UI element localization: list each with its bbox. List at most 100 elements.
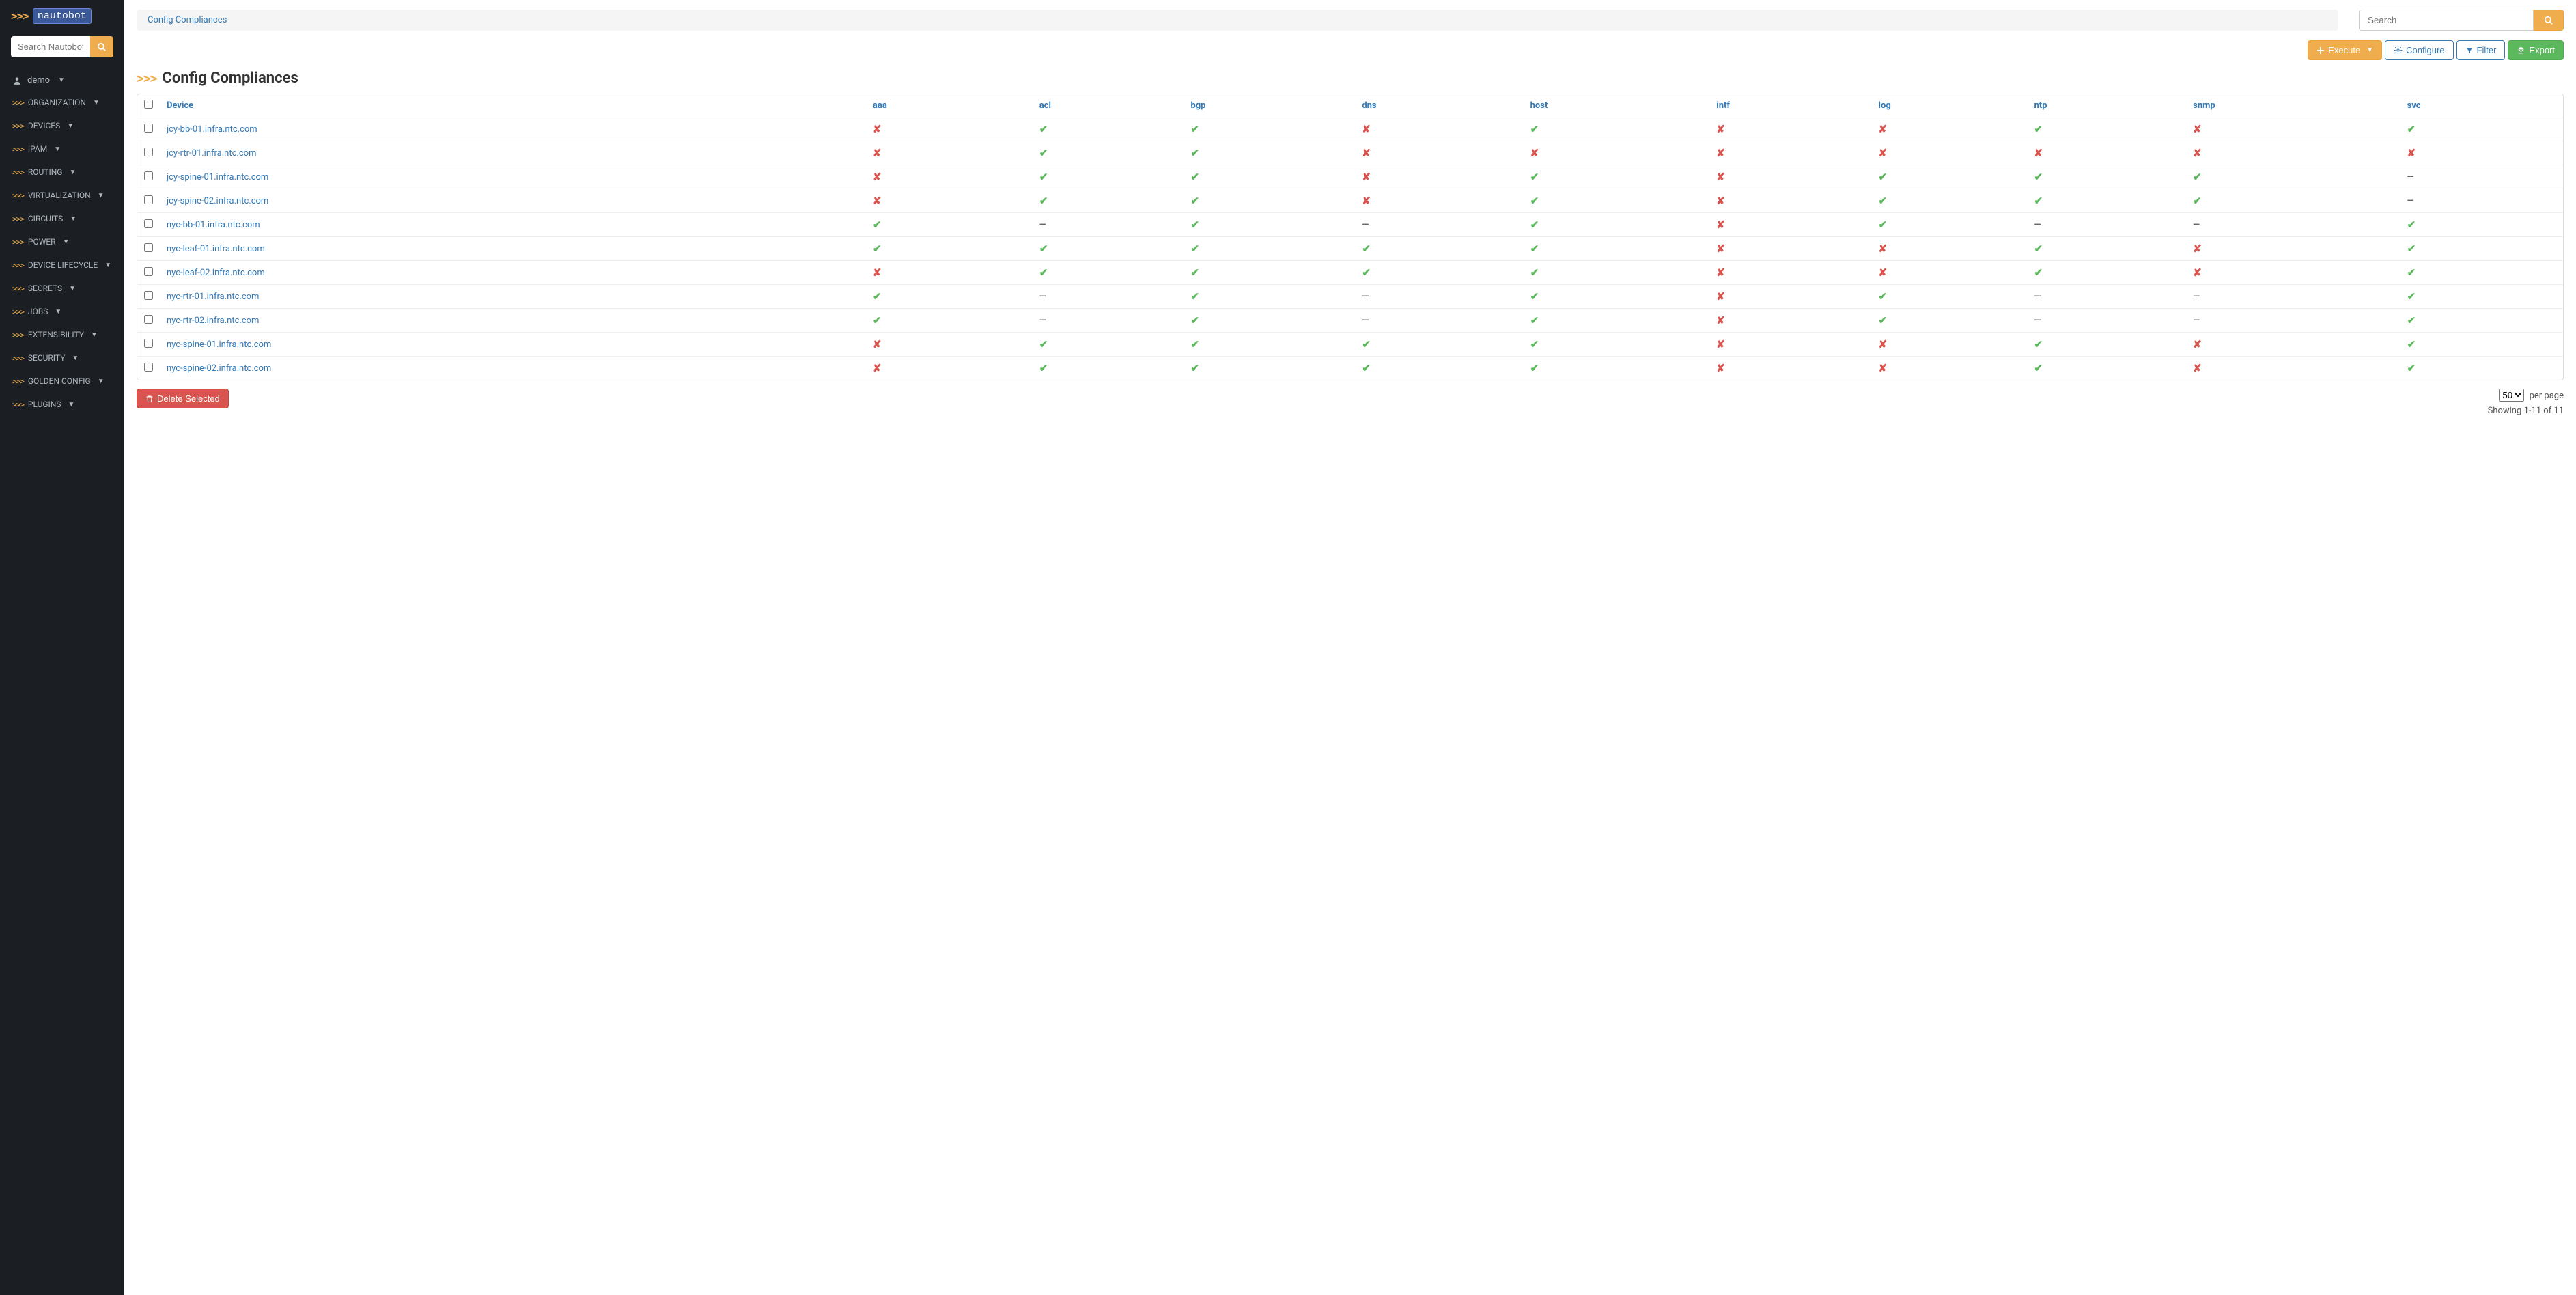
compliance-cell: ✘ xyxy=(866,141,1033,165)
device-link[interactable]: jcy-spine-02.infra.ntc.com xyxy=(167,196,268,206)
check-icon: ✔ xyxy=(1530,195,1539,207)
column-header-svc[interactable]: svc xyxy=(2400,94,2563,117)
global-search-input[interactable] xyxy=(2359,10,2534,31)
nav-item-power[interactable]: >>>Power▼ xyxy=(0,230,124,253)
device-link[interactable]: nyc-spine-01.infra.ntc.com xyxy=(167,339,271,350)
nav-item-device-lifecycle[interactable]: >>>Device Lifecycle▼ xyxy=(0,253,124,277)
configure-button[interactable]: Configure xyxy=(2385,40,2453,60)
delete-selected-button[interactable]: Delete Selected xyxy=(137,389,229,408)
check-icon: ✔ xyxy=(1190,195,1199,207)
compliance-cell: ✘ xyxy=(2400,141,2563,165)
page-title-row: >>> Config Compliances xyxy=(137,70,2564,87)
column-header-log[interactable]: log xyxy=(1872,94,2028,117)
row-checkbox[interactable] xyxy=(144,363,153,372)
compliance-cell: ✘ xyxy=(1709,213,1871,237)
row-checkbox[interactable] xyxy=(144,171,153,180)
row-checkbox[interactable] xyxy=(144,124,153,133)
device-link[interactable]: nyc-rtr-02.infra.ntc.com xyxy=(167,316,259,326)
nav-chevron-icon: >>> xyxy=(12,284,24,293)
row-checkbox[interactable] xyxy=(144,195,153,204)
check-icon: ✔ xyxy=(2407,242,2416,255)
column-header-bgp[interactable]: bgp xyxy=(1184,94,1355,117)
device-link[interactable]: jcy-spine-01.infra.ntc.com xyxy=(167,172,268,182)
check-icon: ✔ xyxy=(1879,171,1888,183)
column-header-intf[interactable]: intf xyxy=(1709,94,1871,117)
user-menu[interactable]: demo ▼ xyxy=(0,64,124,91)
nav-item-secrets[interactable]: >>>Secrets▼ xyxy=(0,277,124,300)
check-icon: ✔ xyxy=(1039,242,1048,255)
sidebar-search-input[interactable] xyxy=(11,36,90,57)
dash-icon: — xyxy=(2407,196,2414,206)
device-link[interactable]: nyc-bb-01.infra.ntc.com xyxy=(167,220,260,230)
row-checkbox[interactable] xyxy=(144,291,153,300)
compliance-cell: ✔ xyxy=(1184,285,1355,309)
column-header-aaa[interactable]: aaa xyxy=(866,94,1033,117)
caret-down-icon: ▼ xyxy=(2366,46,2373,54)
row-checkbox[interactable] xyxy=(144,315,153,324)
compliance-cell: ✔ xyxy=(1524,237,1710,261)
compliance-cell: ✘ xyxy=(2186,237,2400,261)
compliance-cell: ✔ xyxy=(1872,309,2028,333)
nav-item-ipam[interactable]: >>>IPAM▼ xyxy=(0,137,124,161)
logo-chevron-icon: >>> xyxy=(11,10,29,23)
cross-icon: ✘ xyxy=(2407,147,2416,159)
compliance-cell: ✘ xyxy=(2186,261,2400,285)
nav-item-plugins[interactable]: >>>Plugins▼ xyxy=(0,393,124,416)
check-icon: ✔ xyxy=(1530,314,1539,326)
nav-item-security[interactable]: >>>Security▼ xyxy=(0,346,124,370)
nav-item-routing[interactable]: >>>Routing▼ xyxy=(0,161,124,184)
column-header-snmp[interactable]: snmp xyxy=(2186,94,2400,117)
column-header-ntp[interactable]: ntp xyxy=(2028,94,2187,117)
device-link[interactable]: jcy-bb-01.infra.ntc.com xyxy=(167,124,257,135)
filter-button[interactable]: Filter xyxy=(2456,40,2506,60)
row-checkbox[interactable] xyxy=(144,243,153,252)
export-button[interactable]: Export xyxy=(2508,40,2564,60)
global-search-button[interactable] xyxy=(2534,10,2564,31)
nav-item-jobs[interactable]: >>>Jobs▼ xyxy=(0,300,124,323)
sidebar-search-button[interactable] xyxy=(90,36,113,57)
row-checkbox[interactable] xyxy=(144,219,153,228)
row-checkbox[interactable] xyxy=(144,339,153,348)
check-icon: ✔ xyxy=(1362,362,1371,374)
check-icon: ✔ xyxy=(2407,362,2416,374)
sidebar-search xyxy=(11,36,113,57)
compliance-cell: ✘ xyxy=(1709,237,1871,261)
cross-icon: ✘ xyxy=(2193,338,2202,350)
device-link[interactable]: jcy-rtr-01.infra.ntc.com xyxy=(167,148,256,158)
nav-item-extensibility[interactable]: >>>Extensibility▼ xyxy=(0,323,124,346)
nav-item-devices[interactable]: >>>Devices▼ xyxy=(0,114,124,137)
logo[interactable]: >>> nautobot xyxy=(0,8,124,29)
compliance-cell: ✔ xyxy=(1184,261,1355,285)
caret-down-icon: ▼ xyxy=(104,262,111,269)
device-link[interactable]: nyc-leaf-01.infra.ntc.com xyxy=(167,244,265,254)
row-checkbox[interactable] xyxy=(144,148,153,156)
per-page-select[interactable]: 50 xyxy=(2499,389,2524,402)
cross-icon: ✘ xyxy=(1716,362,1725,374)
dash-icon: — xyxy=(2034,220,2041,230)
compliance-cell: ✘ xyxy=(1872,117,2028,141)
cross-icon: ✘ xyxy=(873,147,882,159)
compliance-cell: ✘ xyxy=(866,333,1033,357)
column-header-device[interactable]: Device xyxy=(160,94,866,117)
configure-label: Configure xyxy=(2406,45,2444,55)
device-link[interactable]: nyc-rtr-01.infra.ntc.com xyxy=(167,292,259,302)
nav-item-organization[interactable]: >>>Organization▼ xyxy=(0,91,124,114)
column-header-host[interactable]: host xyxy=(1524,94,1710,117)
column-header-dns[interactable]: dns xyxy=(1355,94,1523,117)
compliance-cell: ✘ xyxy=(1355,165,1523,189)
nav-item-golden-config[interactable]: >>>Golden Config▼ xyxy=(0,370,124,393)
cross-icon: ✘ xyxy=(2193,123,2202,135)
cross-icon: ✘ xyxy=(1716,290,1725,303)
device-link[interactable]: nyc-leaf-02.infra.ntc.com xyxy=(167,268,265,278)
device-link[interactable]: nyc-spine-02.infra.ntc.com xyxy=(167,363,271,374)
row-checkbox[interactable] xyxy=(144,267,153,276)
select-all-checkbox[interactable] xyxy=(144,100,153,109)
breadcrumb[interactable]: Config Compliances xyxy=(137,10,2338,31)
execute-button[interactable]: Execute ▼ xyxy=(2308,40,2382,60)
column-header-acl[interactable]: acl xyxy=(1033,94,1184,117)
nav-item-circuits[interactable]: >>>Circuits▼ xyxy=(0,207,124,230)
cross-icon: ✘ xyxy=(873,266,882,279)
nav-item-virtualization[interactable]: >>>Virtualization▼ xyxy=(0,184,124,207)
check-icon: ✔ xyxy=(873,290,882,303)
compliance-cell: — xyxy=(2186,309,2400,333)
